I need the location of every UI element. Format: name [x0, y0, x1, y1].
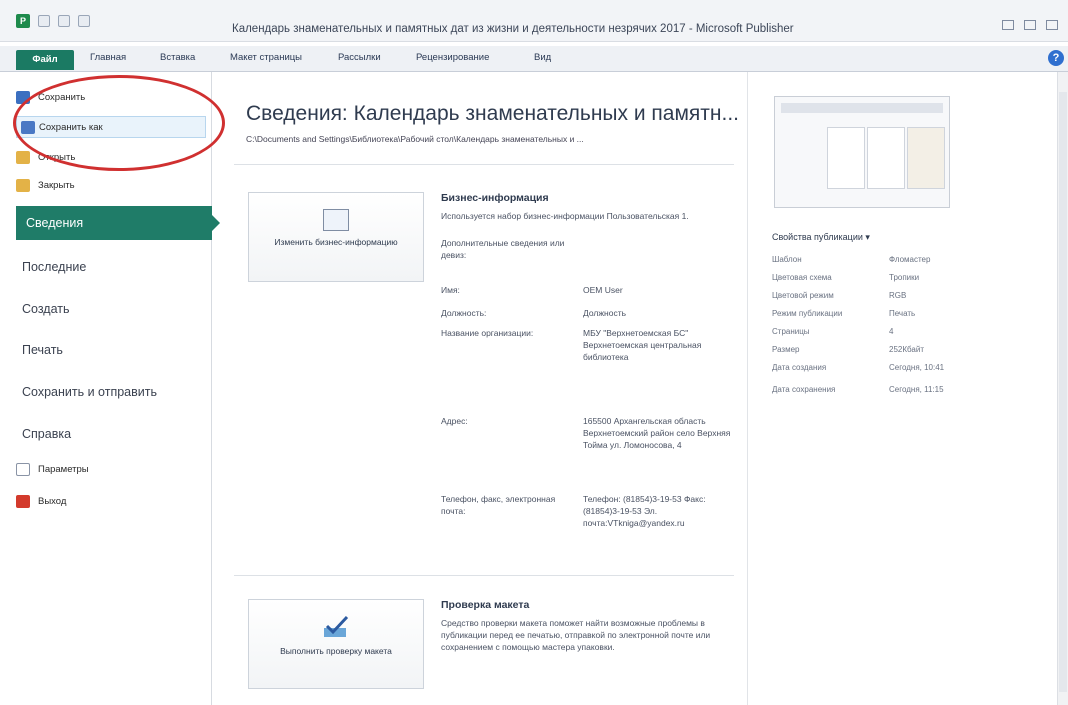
info-heading: Сведения: Календарь знаменательных и пам… [246, 102, 739, 125]
layout-check-desc: Средство проверки макета поможет найти в… [441, 618, 711, 652]
options-icon [16, 463, 30, 476]
field-label-address: Адрес: [441, 416, 468, 426]
tab-page-design[interactable]: Макет страницы [230, 52, 302, 63]
run-layout-check-label: Выполнить проверку макета [280, 646, 392, 656]
minimize-icon[interactable] [1002, 20, 1014, 30]
save-as-command[interactable]: Сохранить как [16, 116, 206, 138]
field-value-address: 165500 Архангельская область Верхнетоемс… [583, 416, 731, 450]
field-value-contacts: Телефон: (81854)3-19-53 Факс: (81854)3-1… [583, 494, 706, 528]
prop-value: Сегодня, 10:41 [889, 363, 945, 372]
prop-value: 4 [889, 327, 894, 336]
publication-properties-dropdown[interactable]: Свойства публикации ▾ [772, 232, 870, 243]
open-folder-icon [16, 151, 30, 164]
prop-label: Шаблон [772, 255, 802, 264]
thumbnail-page [867, 127, 905, 189]
nav-save-send[interactable]: Сохранить и отправить [22, 385, 157, 399]
run-layout-check-button[interactable]: Выполнить проверку макета [248, 599, 424, 689]
field-value-position: Должность [583, 308, 627, 318]
tab-insert[interactable]: Вставка [160, 52, 195, 63]
tab-review[interactable]: Рецензирование [416, 52, 489, 63]
field-label-organization: Название организации: [441, 328, 534, 338]
options-label: Параметры [38, 464, 89, 475]
field-value-name: OEM User [583, 285, 623, 295]
tab-file[interactable]: Файл [16, 50, 74, 70]
prop-label: Цветовой режим [772, 291, 834, 300]
tab-home[interactable]: Главная [90, 52, 126, 63]
options-command[interactable]: Параметры [16, 463, 89, 476]
prop-value: Сегодня, 11:15 [889, 385, 944, 394]
close-window-icon[interactable] [1046, 20, 1058, 30]
thumbnail-page [907, 127, 945, 189]
nav-info[interactable]: Сведения [16, 206, 220, 240]
prop-value: RGB [889, 291, 907, 300]
prop-label: Страницы [772, 327, 810, 336]
info-pane: Сведения: Календарь знаменательных и пам… [212, 72, 747, 705]
tab-view[interactable]: Вид [534, 52, 551, 63]
layout-check-icon [324, 615, 349, 637]
exit-command[interactable]: Выход [16, 495, 67, 508]
save-as-icon [21, 120, 35, 134]
open-label: Открыть [38, 152, 76, 163]
close-command[interactable]: Закрыть [16, 179, 75, 192]
nav-help[interactable]: Справка [22, 427, 71, 441]
exit-icon [16, 495, 30, 508]
scrollbar-thumb[interactable] [1059, 92, 1067, 692]
field-label-name: Имя: [441, 285, 460, 295]
save-qat-icon[interactable] [38, 15, 50, 27]
properties-pane: Свойства публикации ▾ Шаблон Фломастер Ц… [747, 72, 1057, 705]
prop-label: Дата сохранения [772, 385, 836, 394]
ribbon-tabs: Файл Главная Вставка Макет страницы Расс… [0, 46, 1068, 72]
backstage-nav: Сохранить Сохранить как Открыть Закрыть … [0, 72, 220, 705]
business-info-icon [323, 209, 349, 231]
save-icon [16, 91, 30, 104]
save-command[interactable]: Сохранить [16, 91, 86, 104]
prop-label: Дата создания [772, 363, 827, 372]
business-info-title: Бизнес-информация [441, 192, 549, 204]
prop-label: Цветовая схема [772, 273, 832, 282]
prop-value: Тропики [889, 273, 920, 282]
exit-label: Выход [38, 496, 67, 507]
prop-label: Режим публикации [772, 309, 843, 318]
window-controls [1002, 20, 1058, 30]
nav-print[interactable]: Печать [22, 343, 63, 357]
thumbnail-toolbar [781, 103, 943, 113]
help-icon[interactable]: ? [1048, 50, 1064, 66]
divider [234, 575, 734, 576]
edit-business-info-label: Изменить бизнес-информацию [274, 237, 398, 247]
thumbnail-page [827, 127, 865, 189]
close-label: Закрыть [38, 180, 75, 191]
nav-recent[interactable]: Последние [22, 260, 86, 274]
redo-icon[interactable] [78, 15, 90, 27]
business-info-extra: Дополнительные сведения или девиз: [441, 238, 565, 260]
field-label-position: Должность: [441, 308, 487, 318]
tab-mailings[interactable]: Рассылки [338, 52, 381, 63]
layout-check-title: Проверка макета [441, 599, 530, 611]
prop-value: 252Кбайт [889, 345, 924, 354]
open-command[interactable]: Открыть [16, 151, 76, 164]
field-value-organization: МБУ "Верхнетоемская БС" Верхнетоемская ц… [583, 328, 702, 362]
save-as-label: Сохранить как [39, 121, 103, 133]
field-label-contacts: Телефон, факс, электронная почта: [441, 494, 556, 516]
edit-business-info-button[interactable]: Изменить бизнес-информацию [248, 192, 424, 282]
close-folder-icon [16, 179, 30, 192]
quick-access-toolbar: P [16, 14, 90, 28]
nav-new[interactable]: Создать [22, 302, 70, 316]
publisher-app-icon[interactable]: P [16, 14, 30, 28]
undo-icon[interactable] [58, 15, 70, 27]
prop-value: Печать [889, 309, 916, 318]
publication-thumbnail [774, 96, 950, 208]
vertical-scrollbar[interactable] [1057, 72, 1068, 705]
file-path: C:\Documents and Settings\Библиотека\Раб… [246, 134, 584, 144]
prop-label: Размер [772, 345, 800, 354]
business-info-desc: Используется набор бизнес-информации Пол… [441, 211, 689, 221]
title-bar: P Календарь знаменательных и памятных да… [0, 0, 1068, 42]
save-label: Сохранить [38, 92, 86, 103]
prop-value: Фломастер [889, 255, 931, 264]
divider [234, 164, 734, 165]
window-title: Календарь знаменательных и памятных дат … [232, 23, 794, 35]
maximize-icon[interactable] [1024, 20, 1036, 30]
